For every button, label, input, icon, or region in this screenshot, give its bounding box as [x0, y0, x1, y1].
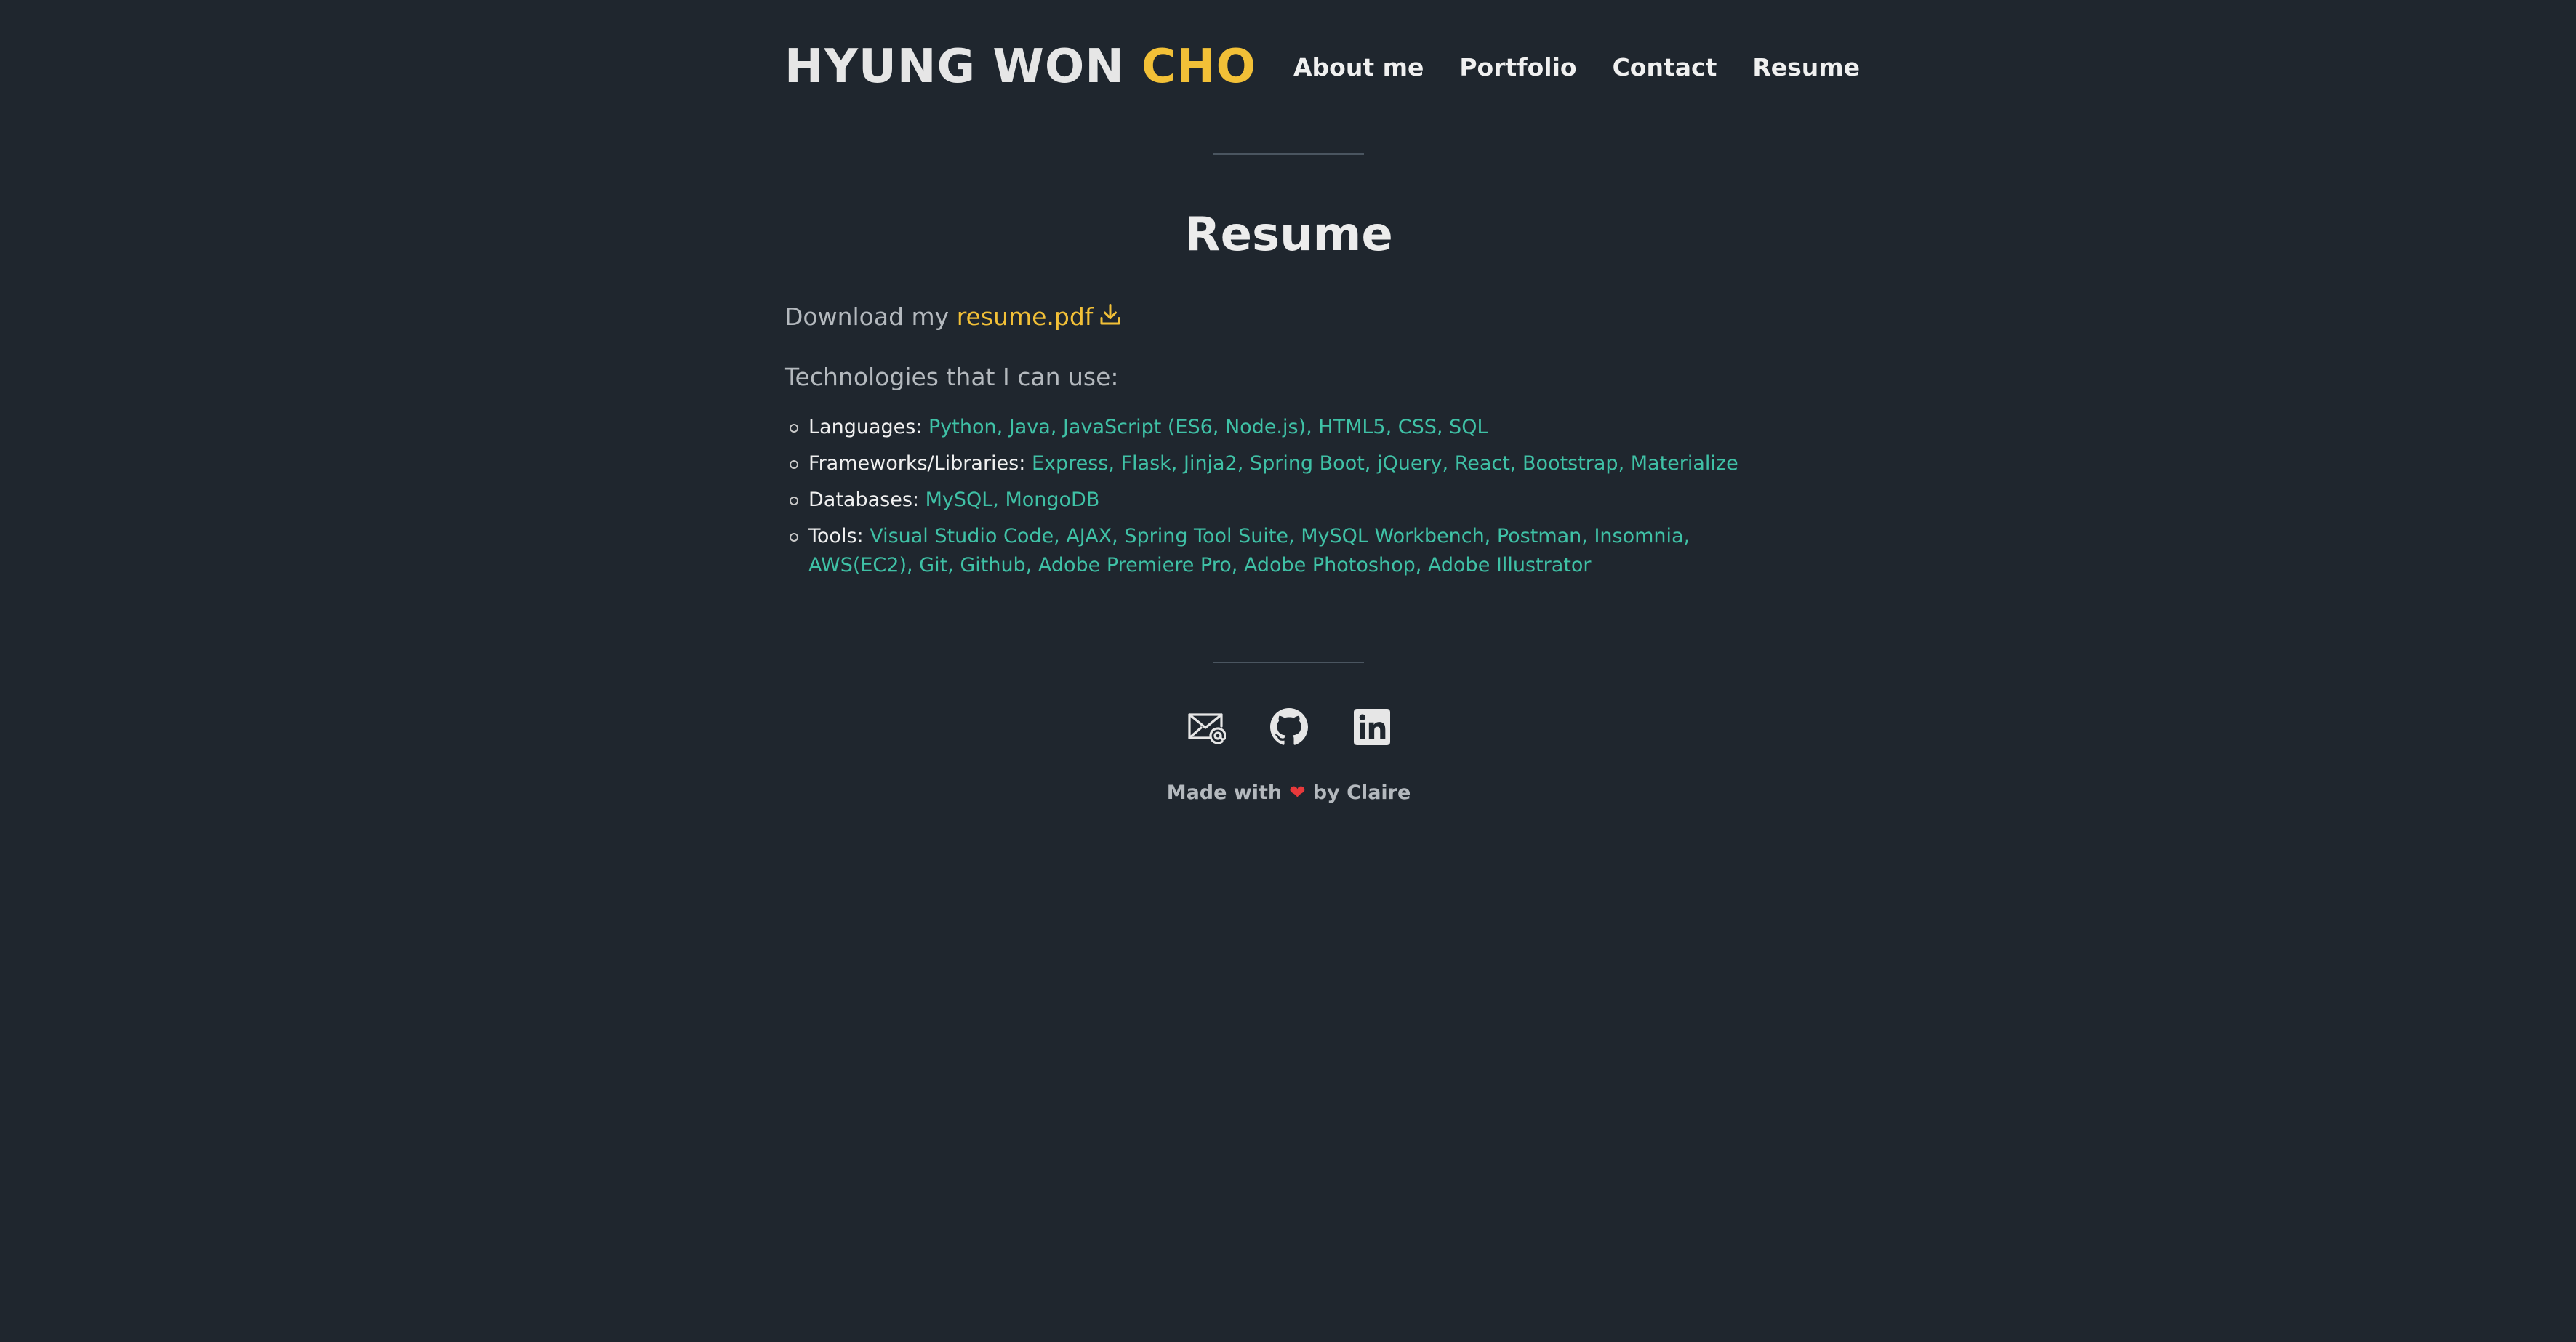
nav-contact[interactable]: Contact — [1613, 53, 1717, 81]
tech-item-tools: Tools: Visual Studio Code, AJAX, Spring … — [785, 522, 1793, 580]
download-icon — [1097, 302, 1123, 328]
resume-link-text: resume.pdf — [956, 302, 1094, 331]
tech-intro: Technologies that I can use: — [785, 363, 1119, 391]
main-nav: About me Portfolio Contact Resume — [1293, 38, 1860, 96]
nav-resume[interactable]: Resume — [1752, 53, 1860, 81]
footer-made-with: Made with — [1166, 782, 1283, 804]
nav-portfolio[interactable]: Portfolio — [1459, 53, 1576, 81]
page-title: Resume — [1184, 208, 1393, 262]
bottom-divider — [1213, 662, 1364, 663]
social-links — [785, 705, 1793, 749]
bullet-icon — [790, 497, 798, 505]
site-logo[interactable]: HYUNG WON CHO — [785, 38, 1256, 96]
top-divider — [1213, 153, 1364, 155]
tech-label: Databases: — [808, 489, 919, 511]
bullet-icon — [790, 424, 798, 433]
download-prefix: Download my — [785, 302, 950, 331]
tech-list: Languages: Python, Java, JavaScript (ES6… — [785, 413, 1793, 587]
nav-about-me[interactable]: About me — [1293, 53, 1424, 81]
footer-author: by Claire — [1312, 782, 1411, 804]
tech-item-databases: Databases: MySQL, MongoDB — [785, 486, 1793, 515]
tech-item-frameworks: Frameworks/Libraries: Express, Flask, Ji… — [785, 449, 1793, 478]
tech-values: Python, Java, JavaScript (ES6, Node.js),… — [928, 416, 1488, 438]
tech-label: Tools: — [808, 525, 864, 547]
tech-values: Express, Flask, Jinja2, Spring Boot, jQu… — [1031, 452, 1738, 475]
logo-last-name: CHO — [1141, 40, 1257, 94]
header: HYUNG WON CHO About me Portfolio Contact… — [785, 38, 1860, 96]
heart-icon: ❤ — [1289, 782, 1306, 804]
tech-values: Visual Studio Code, AJAX, Spring Tool Su… — [808, 525, 1690, 576]
tech-values: MySQL, MongoDB — [925, 489, 1100, 511]
bullet-icon — [790, 460, 798, 469]
tech-label: Languages: — [808, 416, 923, 438]
resume-download-link[interactable]: resume.pdf — [957, 302, 1124, 331]
linkedin-icon[interactable] — [1352, 707, 1392, 747]
email-icon[interactable] — [1186, 707, 1227, 747]
tech-item-languages: Languages: Python, Java, JavaScript (ES6… — [785, 413, 1793, 442]
download-line: Download my resume.pdf — [785, 301, 1123, 333]
logo-first-name: HYUNG WON — [785, 40, 1125, 94]
footer-credit: Made with ❤ by Claire — [785, 779, 1793, 808]
bullet-icon — [790, 533, 798, 542]
github-icon[interactable] — [1269, 707, 1309, 747]
tech-label: Frameworks/Libraries: — [808, 452, 1026, 475]
